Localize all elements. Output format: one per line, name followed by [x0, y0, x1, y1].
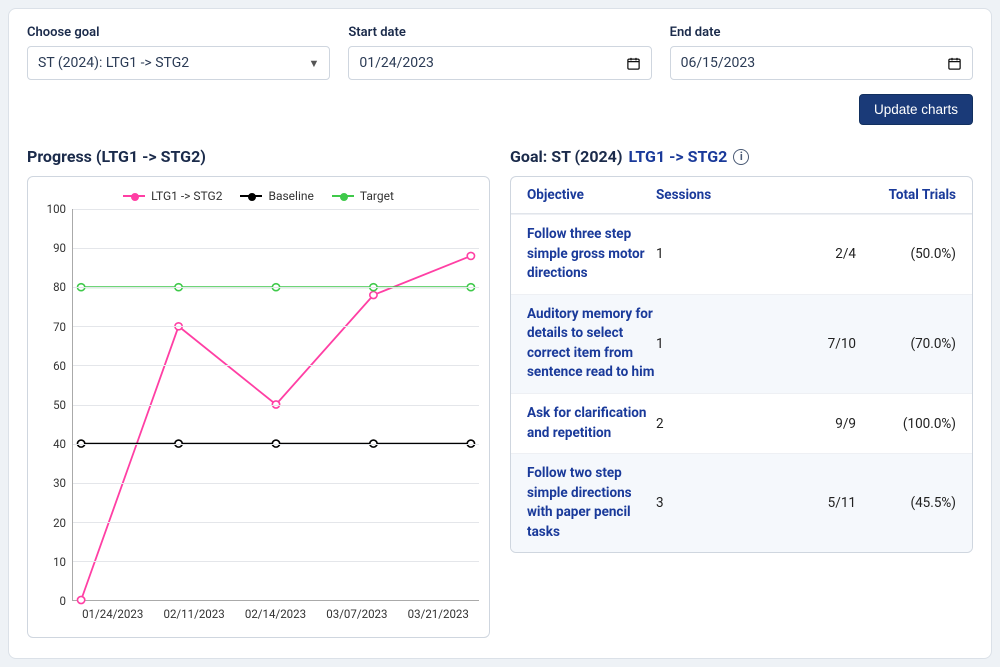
cell-pct: (50.0%) [856, 246, 956, 262]
y-tick-label: 20 [53, 516, 66, 530]
cell-trials: 2/4 [766, 246, 856, 262]
legend-swatch-icon [332, 195, 354, 197]
table-row[interactable]: Follow two step simple directions with p… [511, 453, 972, 552]
table-header-row: Objective Sessions Total Trials [511, 177, 972, 214]
legend-label: Baseline [268, 189, 313, 203]
chart-x-axis: 01/24/202302/11/202302/14/202303/07/2023… [38, 601, 479, 621]
legend-item-series: LTG1 -> STG2 [123, 189, 222, 203]
legend-swatch-icon [240, 195, 262, 197]
chevron-down-icon: ▼ [308, 57, 319, 70]
header-objective: Objective [527, 187, 656, 203]
cell-sessions: 2 [656, 416, 766, 432]
progress-chart: LTG1 -> STG2 Baseline Target 0 10 20 30 40 50… [27, 176, 490, 638]
cell-pct: (70.0%) [856, 336, 956, 352]
gridline [73, 248, 479, 249]
start-date-value: 01/24/2023 [359, 55, 434, 71]
goal-title-prefix: Goal: ST (2024) [510, 147, 622, 166]
cell-objective: Ask for clarification and repetition [527, 404, 656, 443]
goal-field: Choose goal ST (2024): LTG1 -> STG2 ▼ [27, 25, 330, 80]
gridline [73, 444, 479, 445]
gridline [73, 209, 479, 210]
y-tick-label: 0 [60, 594, 66, 608]
end-date-value: 06/15/2023 [681, 55, 756, 71]
table-row[interactable]: Follow three step simple gross motor dir… [511, 214, 972, 294]
goal-select-value: ST (2024): LTG1 -> STG2 [38, 55, 189, 71]
chart-point [77, 596, 84, 603]
y-tick-label: 80 [53, 280, 66, 294]
end-date-label: End date [670, 25, 973, 40]
y-tick-label: 90 [53, 241, 66, 255]
x-tick-label: 03/07/2023 [316, 607, 397, 621]
x-tick-label: 01/24/2023 [72, 607, 153, 621]
progress-column: Progress (LTG1 -> STG2) LTG1 -> STG2 Bas… [27, 147, 490, 638]
cell-objective: Follow two step simple directions with p… [527, 464, 656, 542]
legend-label: LTG1 -> STG2 [151, 189, 222, 203]
columns: Progress (LTG1 -> STG2) LTG1 -> STG2 Bas… [27, 147, 973, 638]
cell-trials: 9/9 [766, 416, 856, 432]
gridline [73, 405, 479, 406]
y-tick-label: 70 [53, 320, 66, 334]
gridline [73, 483, 479, 484]
y-tick-label: 60 [53, 359, 66, 373]
calendar-icon [947, 56, 962, 71]
chart-point [467, 252, 474, 259]
controls-row: Choose goal ST (2024): LTG1 -> STG2 ▼ St… [27, 25, 973, 80]
goal-title-link[interactable]: LTG1 -> STG2 [628, 147, 727, 166]
goal-column: Goal: ST (2024) LTG1 -> STG2 i Objective… [510, 147, 973, 638]
start-date-field: Start date 01/24/2023 [348, 25, 651, 80]
y-tick-label: 30 [53, 476, 66, 490]
cell-pct: (100.0%) [856, 416, 956, 432]
chart-body: 0102030405060708090100 [38, 209, 479, 601]
chart-point [370, 292, 377, 299]
objectives-table: Objective Sessions Total Trials Follow t… [510, 176, 973, 553]
gridline [73, 561, 479, 562]
gridline [73, 522, 479, 523]
cell-objective: Follow three step simple gross motor dir… [527, 225, 656, 284]
legend-label: Target [360, 189, 394, 203]
y-tick-label: 10 [53, 555, 66, 569]
y-tick-label: 40 [53, 437, 66, 451]
gridline [73, 365, 479, 366]
calendar-icon [626, 56, 641, 71]
header-sessions: Sessions [656, 187, 766, 203]
progress-title: Progress (LTG1 -> STG2) [27, 147, 490, 166]
x-tick-label: 02/11/2023 [153, 607, 234, 621]
start-date-input[interactable]: 01/24/2023 [348, 46, 651, 80]
info-icon[interactable]: i [733, 149, 749, 165]
cell-trials: 7/10 [766, 336, 856, 352]
y-tick-label: 50 [53, 398, 66, 412]
goal-label: Choose goal [27, 25, 330, 40]
table-body: Follow three step simple gross motor dir… [511, 214, 972, 552]
end-date-field: End date 06/15/2023 [670, 25, 973, 80]
page: Choose goal ST (2024): LTG1 -> STG2 ▼ St… [8, 8, 992, 659]
cell-sessions: 3 [656, 495, 766, 511]
table-row[interactable]: Ask for clarification and repetition29/9… [511, 393, 972, 453]
gridline [73, 326, 479, 327]
chart-plot-area [72, 209, 479, 601]
cell-sessions: 1 [656, 336, 766, 352]
cell-pct: (45.5%) [856, 495, 956, 511]
chart-y-axis: 0102030405060708090100 [38, 209, 72, 601]
x-tick-label: 03/21/2023 [398, 607, 479, 621]
cell-objective: Auditory memory for details to select co… [527, 305, 656, 383]
x-tick-label: 02/14/2023 [235, 607, 316, 621]
goal-title: Goal: ST (2024) LTG1 -> STG2 i [510, 147, 973, 166]
goal-select[interactable]: ST (2024): LTG1 -> STG2 ▼ [27, 46, 330, 80]
start-date-label: Start date [348, 25, 651, 40]
table-row[interactable]: Auditory memory for details to select co… [511, 294, 972, 393]
legend-swatch-icon [123, 195, 145, 197]
chart-legend: LTG1 -> STG2 Baseline Target [38, 189, 479, 203]
legend-item-baseline: Baseline [240, 189, 313, 203]
button-row: Update charts [27, 94, 973, 125]
update-charts-button[interactable]: Update charts [859, 94, 973, 125]
gridline [73, 287, 479, 288]
y-tick-label: 100 [47, 202, 66, 216]
end-date-input[interactable]: 06/15/2023 [670, 46, 973, 80]
cell-sessions: 1 [656, 246, 766, 262]
legend-item-target: Target [332, 189, 394, 203]
header-total-trials: Total Trials [766, 187, 956, 203]
cell-trials: 5/11 [766, 495, 856, 511]
chart-series-line [81, 256, 471, 600]
